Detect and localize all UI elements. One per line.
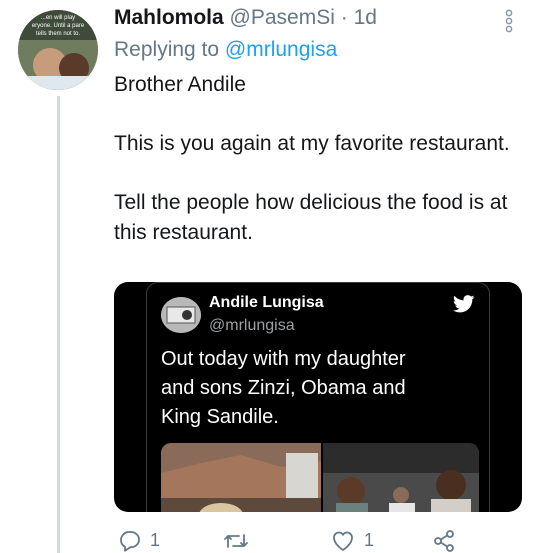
quoted-line-3: King Sandile. [161, 406, 279, 428]
thread-line [57, 96, 60, 553]
tweet-actions: 1 1 [0, 528, 540, 553]
twitter-bird-icon [453, 295, 475, 313]
reply-button[interactable]: 1 [118, 528, 160, 553]
replying-mention-link[interactable]: @mrlungisa [225, 38, 337, 61]
author-name[interactable]: Mahlomola [114, 6, 224, 29]
reply-icon [120, 530, 140, 552]
reply-count: 1 [150, 530, 161, 550]
tweet-paragraph-3: Tell the people how delicious the food i… [114, 191, 508, 244]
tweet-paragraph-1: Brother Andile [114, 73, 246, 96]
quoted-author-avatar [161, 297, 201, 333]
avatar-overlay-text-1: ...en will play [41, 15, 75, 21]
avatar-overlay-text-3: tells them not to. [36, 31, 80, 37]
heart-icon [333, 531, 353, 551]
replying-to: Replying to @mrlungisa [114, 38, 337, 62]
replying-prefix: Replying to [114, 38, 220, 61]
quoted-tweet-text: Out today with my daughter and sons Zinz… [161, 345, 481, 432]
quoted-author-name: Andile Lungisa [209, 294, 324, 311]
quoted-line-1: Out today with my daughter [161, 348, 406, 370]
author-avatar[interactable]: ...en will play eryone. Until a pare tel… [18, 10, 98, 90]
more-options-icon[interactable] [503, 9, 515, 33]
quoted-line-2: and sons Zinzi, Obama and [161, 377, 406, 399]
share-icon [434, 529, 454, 552]
quoted-photos [161, 443, 479, 512]
retweet-button[interactable] [222, 528, 258, 553]
retweet-icon [224, 533, 248, 548]
tweet-header: Mahlomola @PasemSi · 1d [114, 6, 377, 30]
like-button[interactable]: 1 [330, 528, 374, 553]
avatar-image: ...en will play eryone. Until a pare tel… [18, 10, 98, 90]
meta-separator: · [340, 6, 348, 29]
tweet-time[interactable]: 1d [354, 6, 377, 29]
share-button[interactable] [432, 528, 456, 553]
quoted-author-handle: @mrlungisa [209, 317, 295, 334]
tweet-paragraph-2: This is you again at my favorite restaur… [114, 132, 510, 155]
avatar-overlay-text-2: eryone. Until a pare [32, 23, 85, 29]
tweet-media[interactable]: Andile Lungisa @mrlungisa Out today with… [114, 282, 522, 512]
quoted-photo-image [161, 443, 479, 512]
quoted-tweet-card: Andile Lungisa @mrlungisa Out today with… [146, 282, 490, 512]
tweet-body: Brother Andile This is you again at my f… [114, 70, 514, 247]
author-handle[interactable]: @PasemSi [230, 6, 335, 29]
like-count: 1 [364, 530, 375, 550]
